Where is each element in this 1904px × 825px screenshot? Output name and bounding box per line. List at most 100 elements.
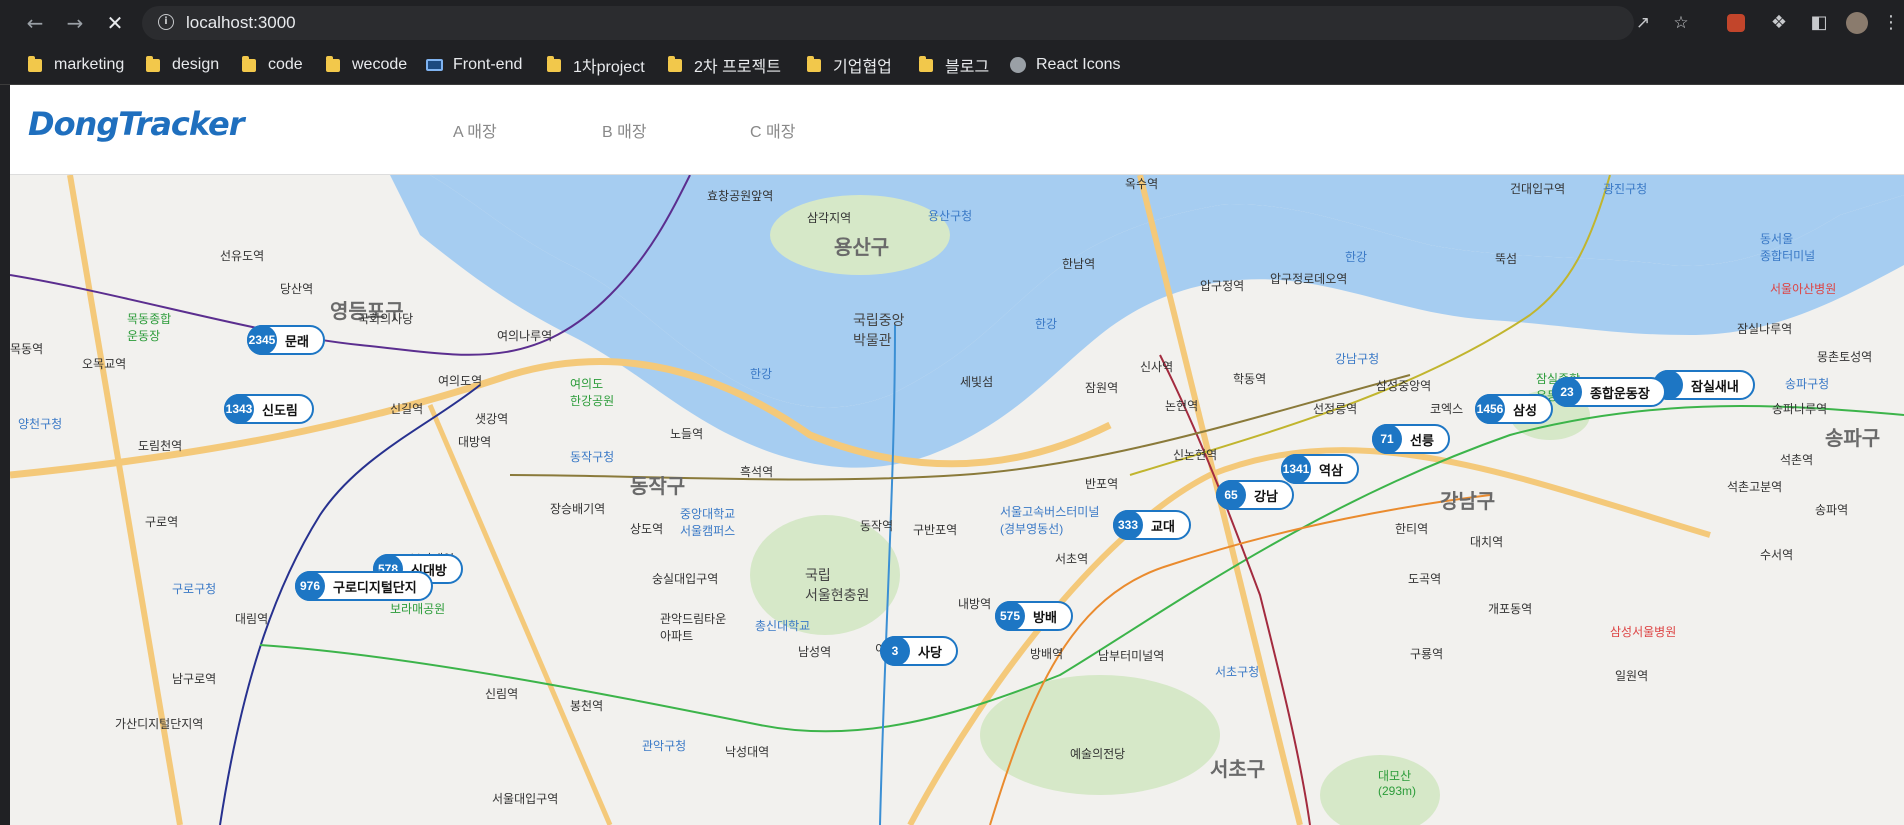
- map-label: 효창공원앞역: [707, 189, 774, 203]
- bookmark-label: Front-end: [453, 56, 523, 73]
- map-label: 삼성서울병원: [1610, 625, 1677, 639]
- map-label: 수서역: [1760, 548, 1794, 562]
- store-name: 교대: [1151, 518, 1175, 534]
- store-pin-sadang[interactable]: 3 사당: [880, 636, 958, 666]
- map-label: 도림천역: [138, 439, 183, 453]
- store-pin-bangbae[interactable]: 575 방배: [995, 601, 1073, 631]
- folder-icon: [668, 55, 682, 72]
- store-pin-gangnam[interactable]: 65 강남: [1216, 480, 1294, 510]
- map-label: 관악드림타운 아파트: [660, 612, 727, 643]
- app-logo[interactable]: DongTracker: [28, 105, 245, 143]
- store-name: 사당: [918, 644, 942, 660]
- bookmark-star-icon[interactable]: ☆: [1672, 14, 1690, 32]
- map-label: 송파나루역: [1772, 402, 1828, 416]
- store-name: 종합운동장: [1590, 385, 1650, 401]
- store-count-badge: 23: [1552, 377, 1582, 407]
- map-label: 용산구: [834, 237, 890, 259]
- bookmark-label: 1차project: [573, 59, 645, 76]
- map-label: 대방역: [458, 435, 492, 449]
- map-label: 노들역: [670, 427, 704, 441]
- store-name: 잠실새내: [1691, 378, 1739, 394]
- store-count-badge: 2345: [247, 325, 277, 355]
- url-text[interactable]: localhost:3000: [186, 13, 296, 33]
- globe-icon: [1010, 57, 1026, 73]
- bookmark-blog[interactable]: 블로그: [919, 53, 989, 77]
- side-panel-icon[interactable]: ◧: [1806, 10, 1832, 36]
- map-label: 압구정로데오역: [1270, 272, 1348, 286]
- nav-store-b[interactable]: B 매장: [602, 118, 647, 142]
- map-label: 신림역: [485, 687, 519, 701]
- store-count-badge: 976: [295, 571, 325, 601]
- store-pin-sports-complex[interactable]: 23 종합운동장: [1552, 377, 1666, 407]
- store-name: 역삼: [1319, 462, 1343, 478]
- extension-icon[interactable]: [1727, 14, 1745, 32]
- store-pin-sindorim[interactable]: 1343 신도림: [224, 394, 314, 424]
- map-label: 낙성대역: [725, 745, 770, 759]
- map-label: 남구로역: [172, 672, 217, 686]
- map-label: 한티역: [1395, 522, 1429, 536]
- map-label: 건대입구역: [1510, 182, 1566, 196]
- store-name: 강남: [1254, 488, 1278, 504]
- map-label: 구로역: [145, 515, 179, 529]
- map-label: 한강: [1345, 250, 1368, 264]
- app-page: DongTracker A 매장 B 매장 C 매장 용산구 동작구 강남구 서…: [10, 85, 1904, 825]
- map-label: 선정릉역: [1313, 402, 1358, 416]
- store-count-badge: 71: [1372, 424, 1402, 454]
- store-pin-gyodae[interactable]: 333 교대: [1113, 510, 1191, 540]
- nav-store-a[interactable]: A 매장: [453, 118, 497, 142]
- bookmark-label: React Icons: [1036, 56, 1121, 73]
- map-label: 서울대입구역: [492, 792, 559, 806]
- map-label: 송파구: [1825, 428, 1881, 450]
- bookmark-2nd-project[interactable]: 2차 프로젝트: [668, 53, 781, 77]
- bookmark-label: code: [268, 56, 303, 73]
- bookmark-company[interactable]: 기업협업: [807, 53, 892, 77]
- profile-avatar[interactable]: [1846, 12, 1868, 34]
- store-pin-seolleung[interactable]: 71 선릉: [1372, 424, 1450, 454]
- back-icon[interactable]: ←: [22, 10, 48, 36]
- extensions-puzzle-icon[interactable]: ❖: [1766, 10, 1792, 36]
- map-label: 국회의사당: [358, 312, 414, 326]
- map-label: 남부터미널역: [1098, 649, 1165, 663]
- map-label: 한강: [750, 367, 773, 381]
- folder-icon: [242, 55, 256, 72]
- store-pin-mullae[interactable]: 2345 문래: [247, 325, 325, 355]
- bookmark-wecode[interactable]: wecode: [326, 53, 407, 77]
- map-label: 여의도역: [438, 374, 483, 388]
- map-label: 방배역: [1030, 647, 1064, 661]
- map-label: 반포역: [1085, 477, 1119, 491]
- map-label: 서초역: [1055, 552, 1089, 566]
- app-header: DongTracker A 매장 B 매장 C 매장: [10, 85, 1904, 175]
- bookmark-marketing[interactable]: marketing: [28, 53, 124, 77]
- bookmark-1st-project[interactable]: 1차project: [547, 53, 645, 77]
- bookmark-design[interactable]: design: [146, 53, 219, 77]
- bookmark-label: wecode: [352, 56, 408, 73]
- address-bar[interactable]: i localhost:3000 ↗ ☆: [142, 6, 1689, 40]
- store-count-badge: 575: [995, 601, 1025, 631]
- umyeonsan: [980, 675, 1220, 795]
- store-pin-guro-digital[interactable]: 976 구로디지털단지: [295, 571, 433, 601]
- map-canvas[interactable]: 용산구 동작구 강남구 서초구 송파구 영등포구 한강 한강 한강 세빛섬 뚝섬…: [10, 175, 1904, 825]
- store-pin-samseong[interactable]: 1456 삼성: [1475, 394, 1553, 424]
- forward-icon[interactable]: →: [62, 10, 88, 36]
- bookmark-react-icons[interactable]: React Icons: [1010, 53, 1120, 77]
- store-pin-yeoksam[interactable]: 1341 역삼: [1281, 454, 1359, 484]
- map-label: 양천구청: [18, 417, 63, 431]
- store-pin-jamsil-saenae[interactable]: 잠실새내: [1653, 370, 1755, 400]
- stop-loading-icon[interactable]: ✕: [102, 10, 128, 36]
- bookmark-frontend[interactable]: Front-end: [426, 53, 522, 77]
- site-info-icon[interactable]: i: [158, 14, 174, 30]
- map-label: 강남구: [1440, 491, 1496, 513]
- folder-icon: [326, 55, 340, 72]
- share-icon[interactable]: ↗: [1634, 14, 1652, 32]
- map-label: 세빛섬: [960, 375, 994, 389]
- store-count-badge: 1456: [1475, 394, 1505, 424]
- map-label: 목동역: [10, 342, 44, 356]
- nav-store-c[interactable]: C 매장: [750, 118, 795, 142]
- folder-icon: [146, 55, 160, 72]
- store-count-badge: 65: [1216, 480, 1246, 510]
- bookmark-label: design: [172, 56, 220, 73]
- folder-icon: [807, 55, 821, 72]
- menu-kebab-icon[interactable]: ⋮: [1878, 10, 1904, 36]
- map-label: 흑석역: [740, 465, 774, 479]
- bookmark-code[interactable]: code: [242, 53, 303, 77]
